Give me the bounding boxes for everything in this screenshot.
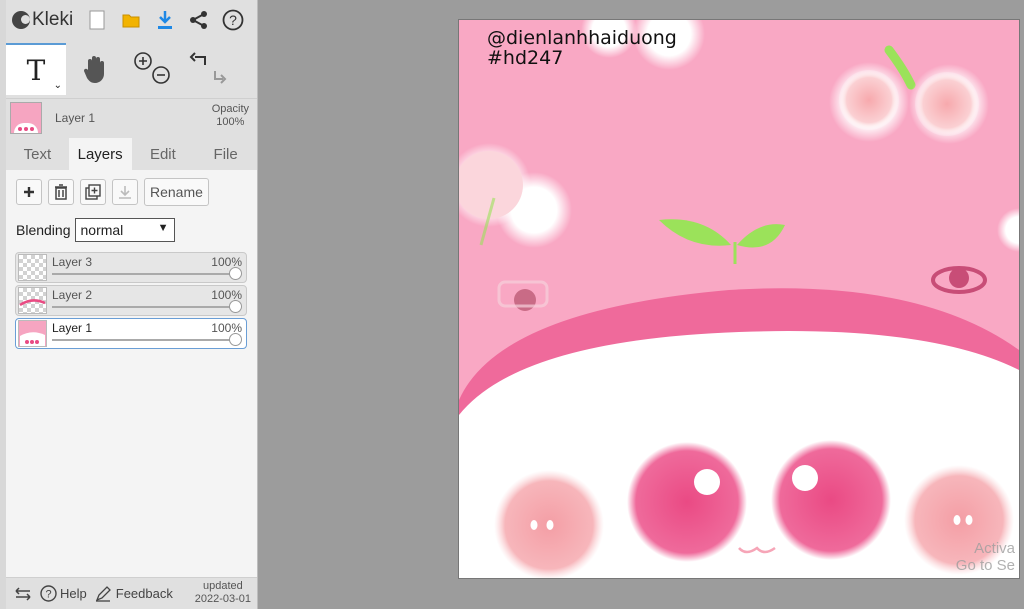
share-button[interactable] [185, 6, 213, 34]
layer-thumbnail [18, 254, 47, 281]
canvas-artwork [459, 20, 1019, 578]
watermark-line-2: #hd247 [487, 47, 564, 69]
undo-redo-icons [189, 52, 227, 84]
feedback-label: Feedback [115, 586, 173, 601]
current-layer-opacity: Opacity 100% [212, 103, 249, 129]
layer-name: Layer 3 [52, 255, 93, 269]
current-layer-thumbnail [10, 102, 42, 134]
updated-label: updated [202, 580, 243, 592]
bottom-bar: ? Help Feedback updated 2022-03-01 [6, 577, 257, 609]
help-link[interactable]: ? Help [40, 585, 87, 602]
opacity-label: Opacity [211, 103, 249, 115]
updated-date: 2022-03-01 [194, 593, 251, 605]
layers-panel: Rename Blending normal ▼ Layer 3 100% La… [6, 170, 257, 596]
zoom-controls [124, 44, 182, 94]
sidebar: Kleki ? T ⌄ Layer 1 Opacity 100% Text La… [6, 0, 258, 609]
activation-line-2: Go to Se [955, 557, 1015, 574]
activation-watermark: Activa Go to Se [956, 540, 1015, 574]
app-name: Kleki [32, 9, 74, 30]
blending-label: Blending [16, 222, 71, 238]
new-file-icon [89, 10, 105, 30]
drawing-canvas[interactable]: @dienlanhhaiduong #hd247 Activa Go to Se [458, 19, 1020, 579]
layer-list: Layer 3 100% Layer 2 100% Layer 1 100% [6, 242, 257, 349]
plus-icon [24, 187, 34, 197]
merge-down-button[interactable] [112, 179, 138, 205]
help-icon: ? [222, 9, 244, 31]
layer-row-layer-3[interactable]: Layer 3 100% [15, 252, 247, 283]
svg-text:?: ? [229, 12, 237, 28]
tab-text[interactable]: Text [6, 138, 69, 170]
opacity-slider-handle[interactable] [229, 333, 242, 346]
rename-layer-button[interactable]: Rename [144, 178, 209, 206]
opacity-slider-handle[interactable] [229, 267, 242, 280]
feedback-icon [95, 585, 111, 602]
chevron-down-icon[interactable]: ⌄ [54, 80, 62, 91]
help-icon: ? [40, 585, 57, 602]
layer-thumbnail [18, 287, 47, 314]
top-bar: Kleki ? [6, 0, 257, 40]
current-layer-header: Layer 1 Opacity 100% [6, 98, 257, 137]
open-file-button[interactable] [117, 6, 145, 34]
hand-tool-button[interactable] [66, 44, 124, 94]
current-layer-name: Layer 1 [55, 111, 96, 125]
layer-name: Layer 1 [52, 321, 93, 335]
opacity-value: 100% [216, 116, 245, 128]
svg-text:?: ? [45, 589, 51, 601]
merge-down-icon [119, 186, 131, 199]
text-tool-label: T [26, 53, 46, 87]
tab-file[interactable]: File [194, 138, 257, 170]
trash-icon [55, 184, 67, 200]
blending-select[interactable]: normal ▼ [74, 218, 175, 242]
zoom-out-icon[interactable] [152, 66, 170, 84]
panel-tabs: Text Layers Edit File [6, 138, 257, 170]
tab-edit[interactable]: Edit [132, 138, 195, 170]
hand-icon [83, 56, 104, 83]
watermark-text: @dienlanhhaiduong #hd247 [487, 28, 677, 68]
download-icon [158, 11, 173, 29]
opacity-slider-track[interactable] [52, 339, 234, 341]
layer-row-layer-2[interactable]: Layer 2 100% [15, 285, 247, 316]
text-tool-button[interactable]: T ⌄ [6, 43, 66, 95]
tab-layers[interactable]: Layers [68, 138, 132, 170]
kleki-logo[interactable]: Kleki [12, 9, 73, 31]
add-layer-button[interactable] [16, 179, 42, 205]
chevron-down-icon: ▼ [157, 222, 169, 234]
redo-icon[interactable] [214, 71, 227, 84]
undo-redo-controls [182, 44, 240, 94]
activation-line-1: Activa [974, 540, 1015, 557]
duplicate-icon [85, 184, 101, 200]
layer-thumbnail [18, 320, 47, 347]
zoom-icons [134, 52, 170, 84]
layer-row-layer-1[interactable]: Layer 1 100% [15, 318, 247, 349]
layer-name: Layer 2 [52, 288, 93, 302]
tool-row: T ⌄ [6, 40, 257, 98]
layer-actions: Rename [6, 170, 257, 206]
delete-layer-button[interactable] [48, 179, 74, 205]
undo-icon[interactable] [189, 52, 206, 65]
opacity-slider-track[interactable] [52, 273, 234, 275]
download-button[interactable] [151, 6, 179, 34]
feedback-link[interactable]: Feedback [95, 585, 173, 602]
swap-sides-button[interactable] [14, 586, 32, 602]
blending-value: normal [80, 222, 124, 238]
updated-info: updated 2022-03-01 [195, 580, 251, 606]
open-folder-icon [122, 14, 140, 28]
opacity-slider-handle[interactable] [229, 300, 242, 313]
kleki-logo-icon [12, 11, 30, 29]
watermark-line-1: @dienlanhhaiduong [487, 27, 677, 49]
swap-icon [15, 586, 31, 601]
new-file-button[interactable] [83, 6, 111, 34]
help-label: Help [60, 586, 87, 601]
share-icon [190, 11, 208, 29]
blending-row: Blending normal ▼ [6, 206, 257, 242]
opacity-slider-track[interactable] [52, 306, 234, 308]
zoom-in-icon[interactable] [134, 52, 152, 70]
help-button[interactable]: ? [219, 6, 247, 34]
duplicate-layer-button[interactable] [80, 179, 106, 205]
